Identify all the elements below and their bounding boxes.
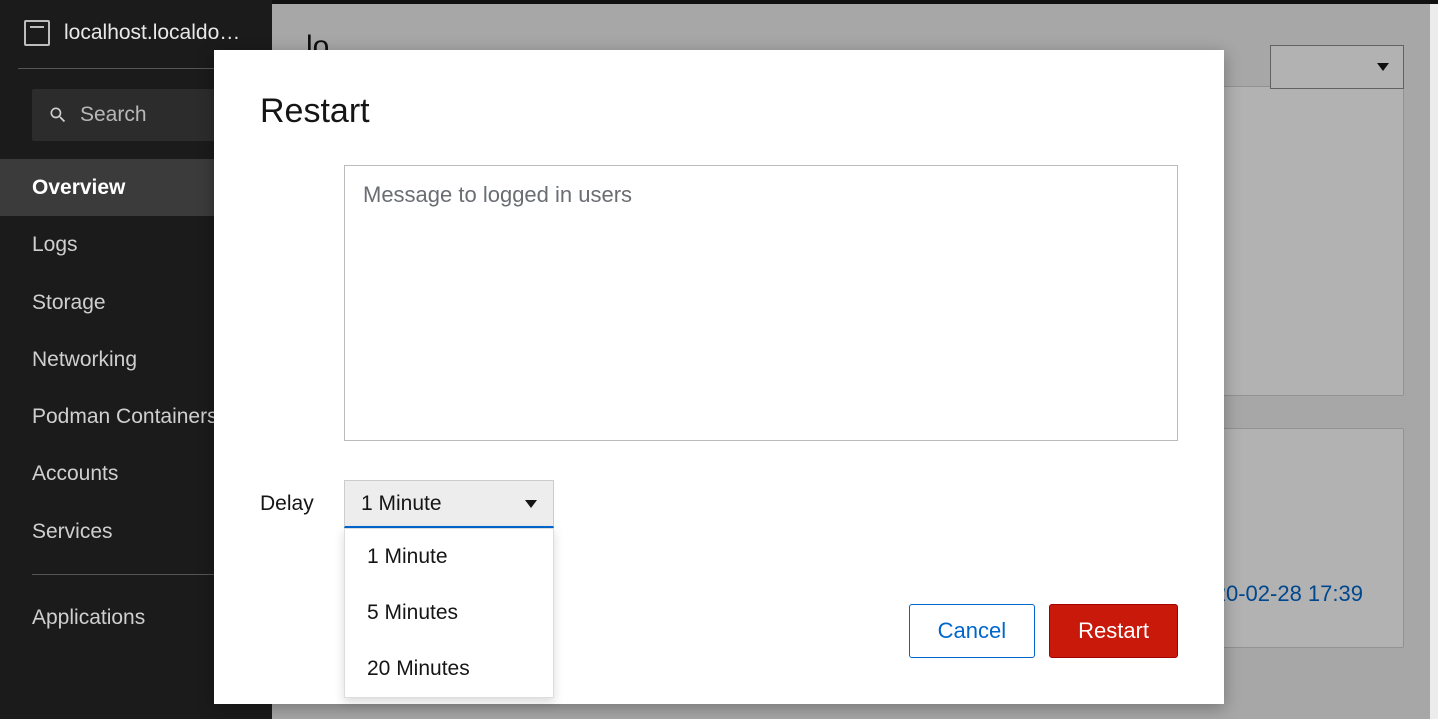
delay-selected-value: 1 Minute bbox=[361, 492, 442, 516]
caret-down-icon bbox=[525, 500, 537, 508]
modal-title: Restart bbox=[260, 92, 1178, 131]
host-name: localhost.localdo… bbox=[64, 21, 240, 45]
delay-label: Delay bbox=[260, 492, 310, 516]
search-input[interactable]: Search bbox=[32, 89, 240, 141]
search-icon bbox=[48, 105, 68, 125]
message-textarea[interactable] bbox=[344, 165, 1178, 441]
restart-modal: Restart Delay 1 Minute 1 Minute 5 Minute… bbox=[214, 50, 1224, 704]
cancel-button[interactable]: Cancel bbox=[909, 604, 1035, 658]
delay-option-5min[interactable]: 5 Minutes bbox=[345, 585, 553, 641]
delay-select-toggle[interactable]: 1 Minute bbox=[344, 480, 554, 528]
delay-select[interactable]: 1 Minute 1 Minute 5 Minutes 20 Minutes bbox=[344, 480, 554, 528]
delay-select-menu: 1 Minute 5 Minutes 20 Minutes bbox=[344, 528, 554, 698]
delay-option-20min[interactable]: 20 Minutes bbox=[345, 641, 553, 697]
delay-option-1min[interactable]: 1 Minute bbox=[345, 529, 553, 585]
server-icon bbox=[24, 20, 50, 46]
sidebar-divider bbox=[32, 574, 240, 575]
scrollbar[interactable] bbox=[1430, 4, 1438, 719]
restart-button[interactable]: Restart bbox=[1049, 604, 1178, 658]
search-placeholder: Search bbox=[80, 103, 147, 127]
